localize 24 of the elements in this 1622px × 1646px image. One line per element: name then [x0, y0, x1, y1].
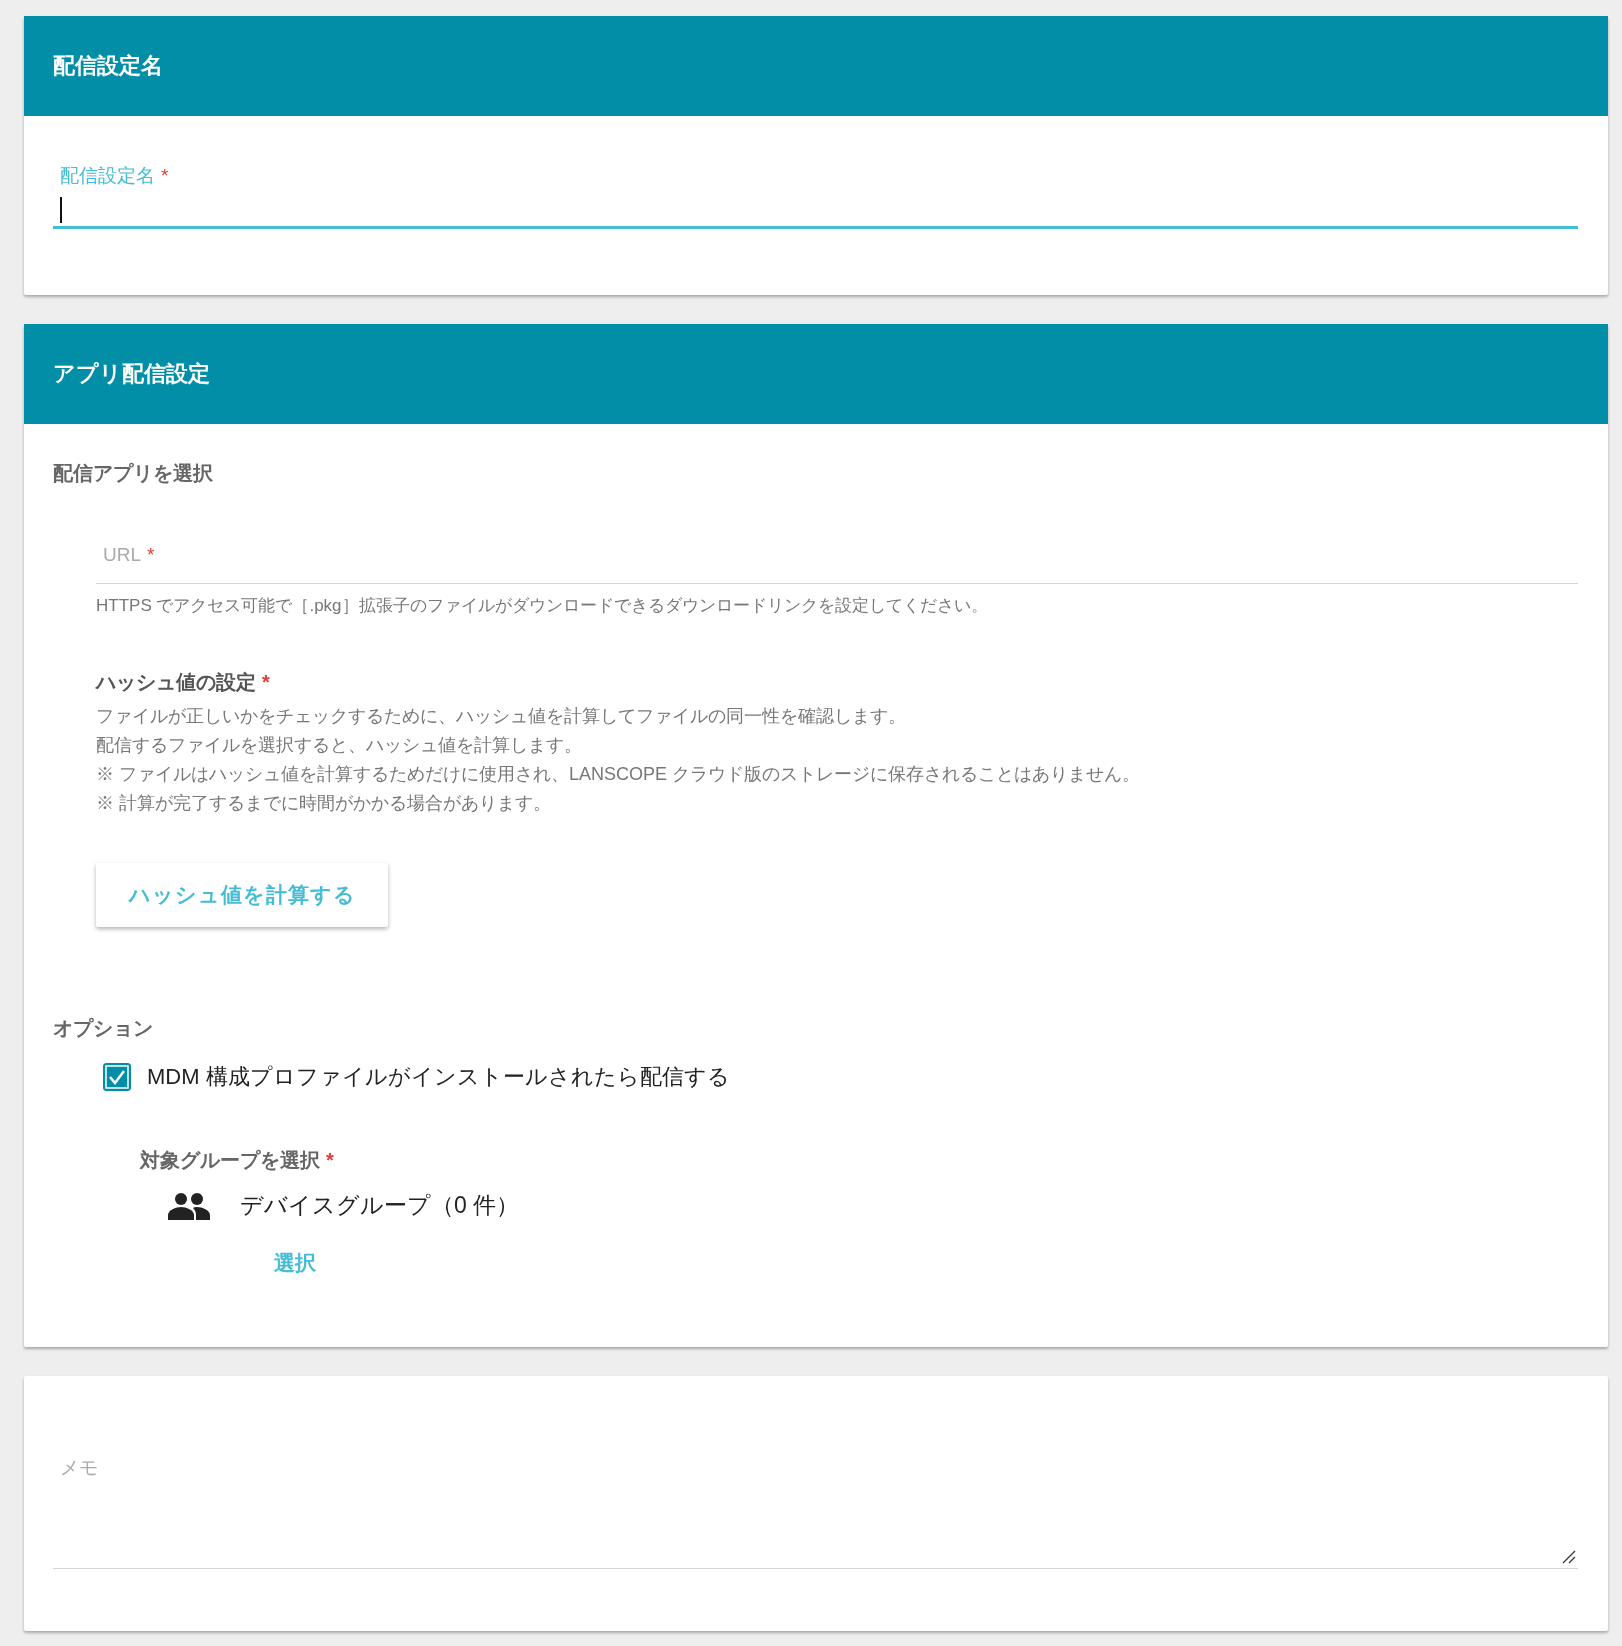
description-text: 配信するファイルを選択すると、ハッシュ値を計算します。: [96, 734, 583, 757]
description-text: ※ 計算が完了するまでに時間がかかる場合があります。: [96, 792, 552, 815]
description-text: ファイルが正しいかをチェックするために、ハッシュ値を計算してファイルの同一性を確認します。: [96, 705, 907, 728]
group-label: 対象グループを選択 *: [140, 1148, 335, 1173]
options-heading: オプション: [53, 1016, 154, 1041]
device-group-text: デバイスグループ（0 件）: [240, 1191, 520, 1220]
select-link[interactable]: 選択: [274, 1249, 316, 1277]
field-label: メモ: [59, 1456, 98, 1480]
description-text: ※ ファイルはハッシュ値を計算するためだけに使用され、LANSCOPE クラウド版のストレージに保存されることはありません。: [96, 763, 1142, 786]
people-icon: [168, 1191, 210, 1220]
field-label: URL *: [102, 543, 155, 567]
text-cursor: [60, 197, 62, 223]
section-subheading: 配信アプリを選択: [53, 461, 214, 486]
section-title: 配信設定名: [53, 52, 163, 80]
hash-heading: ハッシュ値の設定 *: [96, 670, 271, 695]
section-title: アプリ配信設定: [53, 360, 210, 388]
field-label: 配信設定名 *: [59, 164, 169, 188]
helper-text: HTTPS でアクセス可能で［.pkg］拡張子のファイルがダウンロードできるダウンロードリンクを設定してください。: [96, 595, 989, 617]
resize-handle-icon[interactable]: [1562, 1550, 1576, 1564]
name-field[interactable]: 配信設定名 *: [53, 164, 1578, 229]
checkbox-label: MDM 構成プロファイルがインストールされたら配信する: [147, 1063, 730, 1091]
calculate-hash-button[interactable]: ハッシュ値を計算する: [96, 863, 388, 927]
checkbox[interactable]: [103, 1063, 131, 1091]
url-field[interactable]: URL *: [96, 543, 1578, 584]
